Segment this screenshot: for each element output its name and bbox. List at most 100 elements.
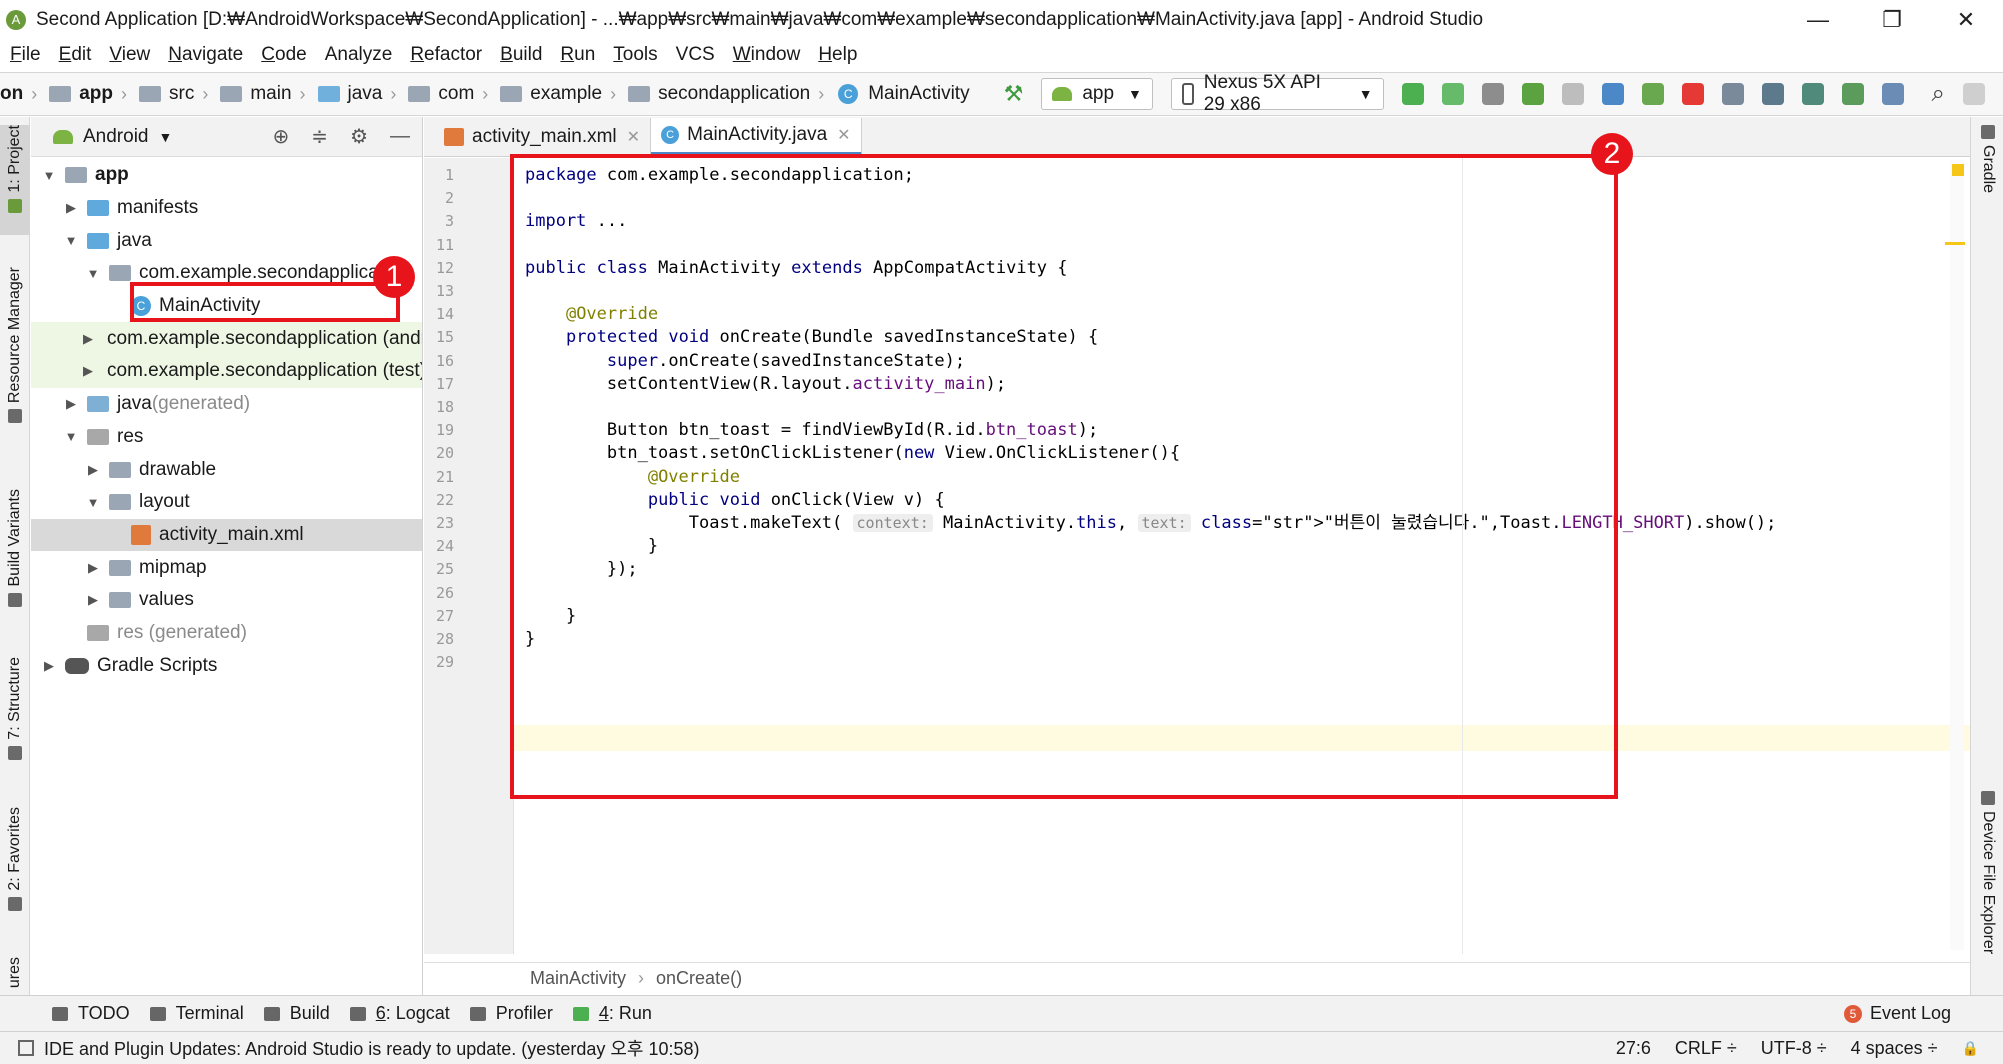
tree-item[interactable]: ▶ values (31, 584, 422, 617)
avd-manager-icon[interactable] (1841, 83, 1864, 105)
tab-favorites[interactable]: 2: Favorites (0, 807, 30, 911)
user-icon[interactable] (1963, 83, 1985, 105)
hide-icon[interactable]: — (390, 125, 410, 148)
breadcrumb-item[interactable]: C MainActivity (824, 83, 970, 105)
device-frame-icon[interactable] (1761, 83, 1784, 105)
expanded-arrow-icon[interactable]: ▼ (83, 266, 103, 281)
tree-item[interactable]: ▶ manifests (31, 192, 422, 225)
minimize-button[interactable]: — (1781, 0, 1855, 40)
breadcrumb-item[interactable]: secondapplication › (616, 83, 824, 105)
tab-mainactivity-java[interactable]: C MainActivity.java ✕ (651, 118, 862, 156)
project-view-select[interactable]: Android (83, 126, 149, 148)
collapsed-arrow-icon[interactable]: ▶ (39, 658, 59, 674)
tab-captures[interactable]: ures (0, 957, 30, 988)
collapsed-arrow-icon[interactable]: ▶ (83, 331, 93, 347)
apply-changes-icon[interactable] (1401, 83, 1424, 105)
menu-run[interactable]: Run (560, 44, 595, 66)
menu-help[interactable]: Help (818, 44, 857, 66)
collapsed-arrow-icon[interactable]: ▶ (83, 363, 93, 379)
breadcrumb-item[interactable]: main › (208, 83, 306, 105)
menu-edit[interactable]: Edit (59, 44, 92, 66)
menu-build[interactable]: Build (500, 44, 542, 66)
chevron-down-icon[interactable]: ▼ (159, 129, 173, 145)
search-icon[interactable]: ⌕ (1932, 80, 1945, 108)
tree-item[interactable]: ▶ com.example.secondapplication (androidT… (31, 322, 422, 356)
tree-item[interactable]: ▼ res (31, 421, 422, 454)
collapse-all-icon[interactable]: ≑ (311, 124, 328, 149)
tab-project[interactable]: 1: Project (0, 125, 30, 235)
tab-structure[interactable]: 7: Structure (0, 657, 30, 760)
breadcrumb-class[interactable]: MainActivity (530, 968, 626, 989)
tree-item[interactable]: ▶ drawable (31, 453, 422, 486)
restore-button[interactable]: ❐ (1855, 0, 1929, 40)
tool-todo[interactable]: TODO (52, 1003, 130, 1024)
expanded-arrow-icon[interactable]: ▼ (61, 429, 81, 444)
tree-item[interactable]: ▶ Gradle Scripts (31, 649, 422, 682)
tool-logcat[interactable]: 6: Logcat (349, 1003, 450, 1024)
expanded-arrow-icon[interactable]: ▼ (83, 495, 103, 510)
tree-item[interactable]: res (generated) (31, 617, 422, 650)
tree-item[interactable]: activity_main.xml (31, 518, 422, 552)
line-separator[interactable]: CRLF ÷ (1675, 1038, 1737, 1059)
attach-process-icon[interactable] (1641, 83, 1664, 105)
tab-gradle[interactable]: Gradle (1973, 125, 2003, 193)
collapsed-arrow-icon[interactable]: ▶ (61, 200, 81, 216)
menu-view[interactable]: View (109, 44, 150, 66)
tool-run[interactable]: 4: Run (572, 1003, 652, 1024)
status-message[interactable]: IDE and Plugin Updates: Android Studio i… (44, 1035, 700, 1061)
close-tab-icon[interactable]: ✕ (627, 127, 640, 147)
breadcrumb-item[interactable]: src › (127, 83, 208, 105)
device-select[interactable]: Nexus 5X API 29 x86 ▼ (1170, 72, 1384, 115)
tab-device-file-explorer[interactable]: Device File Explorer (1973, 791, 2003, 954)
menu-tools[interactable]: Tools (613, 44, 657, 66)
tab-build-variants[interactable]: Build Variants (0, 489, 30, 607)
stop-icon[interactable] (1681, 83, 1704, 105)
lock-icon[interactable]: 🔒 (1962, 1040, 1979, 1057)
close-tab-icon[interactable]: ✕ (837, 125, 850, 145)
profile-icon[interactable] (1601, 83, 1624, 105)
locate-icon[interactable]: ⊕ (273, 124, 290, 149)
editor-scrollbar[interactable] (1945, 160, 1965, 950)
tool-build[interactable]: Build (263, 1003, 330, 1024)
menu-vcs[interactable]: VCS (676, 44, 715, 66)
tree-item[interactable]: ▶ mipmap (31, 551, 422, 584)
breadcrumb-item[interactable]: on › (0, 83, 37, 105)
collapsed-arrow-icon[interactable]: ▶ (83, 592, 103, 608)
close-button[interactable]: ✕ (1929, 0, 2003, 40)
breadcrumb-method[interactable]: onCreate() (656, 968, 742, 989)
caret-position[interactable]: 27:6 (1616, 1038, 1651, 1059)
gear-icon[interactable]: ⚙ (350, 124, 368, 149)
collapsed-arrow-icon[interactable]: ▶ (83, 560, 103, 576)
hammer-icon[interactable]: ⚒ (1004, 81, 1024, 107)
menu-window[interactable]: Window (733, 44, 801, 66)
apply-code-changes-icon[interactable] (1441, 83, 1464, 105)
run-config-select[interactable]: app ▼ (1041, 78, 1153, 110)
tree-item[interactable]: ▼ layout (31, 486, 422, 519)
tree-item[interactable]: ▶ java (generated) (31, 388, 422, 421)
tool-profiler[interactable]: Profiler (469, 1003, 553, 1024)
project-structure-icon[interactable] (1721, 83, 1744, 105)
expanded-arrow-icon[interactable]: ▼ (39, 168, 59, 183)
menu-refactor[interactable]: Refactor (410, 44, 482, 66)
expanded-arrow-icon[interactable]: ▼ (61, 233, 81, 248)
indent-setting[interactable]: 4 spaces ÷ (1851, 1038, 1938, 1059)
menu-file[interactable]: File (10, 44, 41, 66)
sdk-manager-icon[interactable] (1881, 83, 1904, 105)
tree-item[interactable]: ▼ java (31, 224, 422, 257)
menu-navigate[interactable]: Navigate (168, 44, 243, 66)
breadcrumb-item[interactable]: example › (488, 83, 616, 105)
breadcrumb-item[interactable]: java › (306, 83, 396, 105)
tab-activity-main-xml[interactable]: activity_main.xml ✕ (434, 118, 652, 156)
collapsed-arrow-icon[interactable]: ▶ (61, 396, 81, 412)
status-icon[interactable] (18, 1040, 34, 1056)
breadcrumb-item[interactable]: com › (396, 83, 488, 105)
attach-debugger-icon[interactable] (1561, 83, 1584, 105)
tree-item[interactable]: ▶ com.example.secondapplication (test) (31, 355, 422, 388)
sync-gradle-icon[interactable] (1801, 83, 1824, 105)
event-log-button[interactable]: 5 Event Log (1843, 1003, 1951, 1024)
breadcrumb-item[interactable]: app › (37, 83, 127, 105)
file-encoding[interactable]: UTF-8 ÷ (1761, 1038, 1827, 1059)
tab-resource-manager[interactable]: Resource Manager (0, 267, 30, 424)
menu-code[interactable]: Code (261, 44, 306, 66)
tool-terminal[interactable]: Terminal (149, 1003, 244, 1024)
